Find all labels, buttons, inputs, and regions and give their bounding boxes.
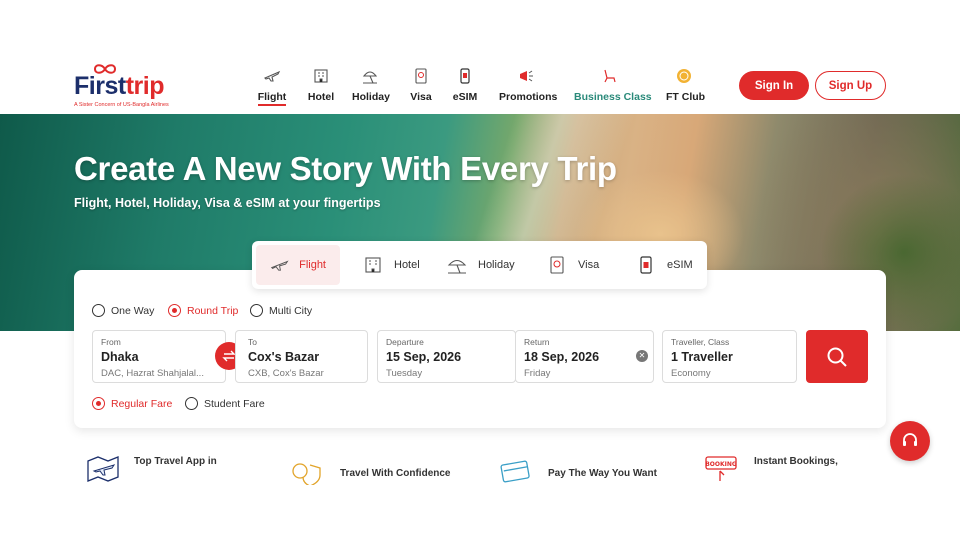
feature-item: Top Travel App in (84, 455, 217, 485)
feature-strip: Top Travel App in Travel With Confidence… (0, 455, 960, 485)
radio-round-trip[interactable]: Round Trip (168, 304, 238, 317)
plane-icon (270, 260, 289, 271)
to-airport: CXB, Cox's Bazar (248, 368, 324, 379)
from-airport: DAC, Hazrat Shahjalal... (101, 368, 204, 379)
booking-icon: BOOKING (705, 456, 737, 481)
tab-hotel[interactable]: Hotel (362, 245, 420, 285)
swap-arrows-icon (222, 350, 236, 362)
tab-esim[interactable]: eSIM (635, 245, 693, 285)
passport-icon (415, 68, 427, 84)
coin-icon (677, 69, 691, 83)
shield-coins-icon (292, 463, 321, 485)
tab-flight[interactable]: Flight (256, 245, 340, 285)
svg-text:BOOKING: BOOKING (705, 461, 737, 468)
tab-visa[interactable]: Visa (546, 245, 599, 285)
hero-title: Create A New Story With Every Trip (74, 150, 617, 187)
map-plane-icon (87, 456, 119, 482)
radio-multi-city[interactable]: Multi City (250, 304, 312, 317)
traveller-class-field[interactable]: Traveller, Class 1 Traveller Economy (662, 330, 797, 383)
megaphone-icon (520, 70, 533, 82)
cabin-class: Economy (671, 368, 711, 379)
nav-item-esim[interactable]: eSIM (452, 68, 478, 105)
nav-item-holiday[interactable]: Holiday (352, 68, 390, 105)
hotel-icon (314, 69, 328, 83)
sign-in-button[interactable]: Sign In (739, 71, 809, 100)
feature-item: Travel With Confidence (290, 459, 450, 485)
nav-item-promotions[interactable]: Promotions (499, 68, 557, 105)
return-field[interactable]: Return 18 Sep, 2026 Friday (515, 330, 654, 383)
sim-icon (460, 68, 470, 84)
radio-dot (92, 397, 105, 410)
radio-regular-fare[interactable]: Regular Fare (92, 397, 172, 410)
sim-icon (640, 256, 652, 274)
nav-item-hotel[interactable]: Hotel (306, 68, 336, 105)
hero-subtitle: Flight, Hotel, Holiday, Visa & eSIM at y… (74, 196, 381, 210)
search-button[interactable] (806, 330, 868, 383)
search-tabs: Flight Hotel Holiday Visa eSIM (252, 241, 707, 289)
passport-icon (550, 256, 564, 274)
plane-icon (264, 70, 281, 82)
return-day: Friday (524, 368, 551, 379)
nav-item-business-class[interactable]: Business Class (574, 68, 652, 105)
tab-holiday[interactable]: Holiday (446, 245, 515, 285)
radio-dot (168, 304, 181, 317)
brand-tagline: A Sister Concern of US-Bangla Airlines (74, 102, 169, 108)
radio-dot (250, 304, 263, 317)
sign-up-button[interactable]: Sign Up (815, 71, 886, 100)
card-icon (500, 460, 530, 483)
to-city: Cox's Bazar (248, 350, 320, 364)
from-field[interactable]: From Dhaka DAC, Hazrat Shahjalal... (92, 330, 226, 383)
brand-wordmark: Firsttrip (74, 72, 164, 100)
radio-one-way[interactable]: One Way (92, 304, 154, 317)
site-header: Firsttrip A Sister Concern of US-Bangla … (0, 52, 960, 114)
radio-student-fare[interactable]: Student Fare (185, 397, 265, 410)
hotel-icon (365, 257, 381, 273)
nav-item-flight[interactable]: Flight (254, 68, 290, 106)
from-city: Dhaka (101, 350, 139, 364)
to-field[interactable]: To Cox's Bazar CXB, Cox's Bazar (235, 330, 368, 383)
departure-field[interactable]: Departure 15 Sep, 2026 Tuesday (377, 330, 516, 383)
feature-item: BOOKING Instant Bookings, (704, 455, 838, 485)
nav-item-ft-club[interactable]: FT Club (666, 68, 705, 105)
radio-dot (185, 397, 198, 410)
radio-dot (92, 304, 105, 317)
traveller-count: 1 Traveller (671, 350, 733, 364)
beach-icon (362, 71, 378, 84)
headset-icon (903, 433, 917, 446)
departure-day: Tuesday (386, 368, 423, 379)
return-date: 18 Sep, 2026 (524, 350, 600, 364)
clear-return-icon[interactable]: ✕ (636, 350, 648, 362)
departure-date: 15 Sep, 2026 (386, 350, 462, 364)
brand-logo[interactable]: Firsttrip A Sister Concern of US-Bangla … (74, 64, 184, 114)
search-icon (827, 347, 847, 367)
nav-item-visa[interactable]: Visa (409, 68, 433, 105)
beach-icon (447, 259, 467, 274)
seat-icon (604, 69, 616, 83)
feature-item: Pay The Way You Want (498, 459, 657, 485)
